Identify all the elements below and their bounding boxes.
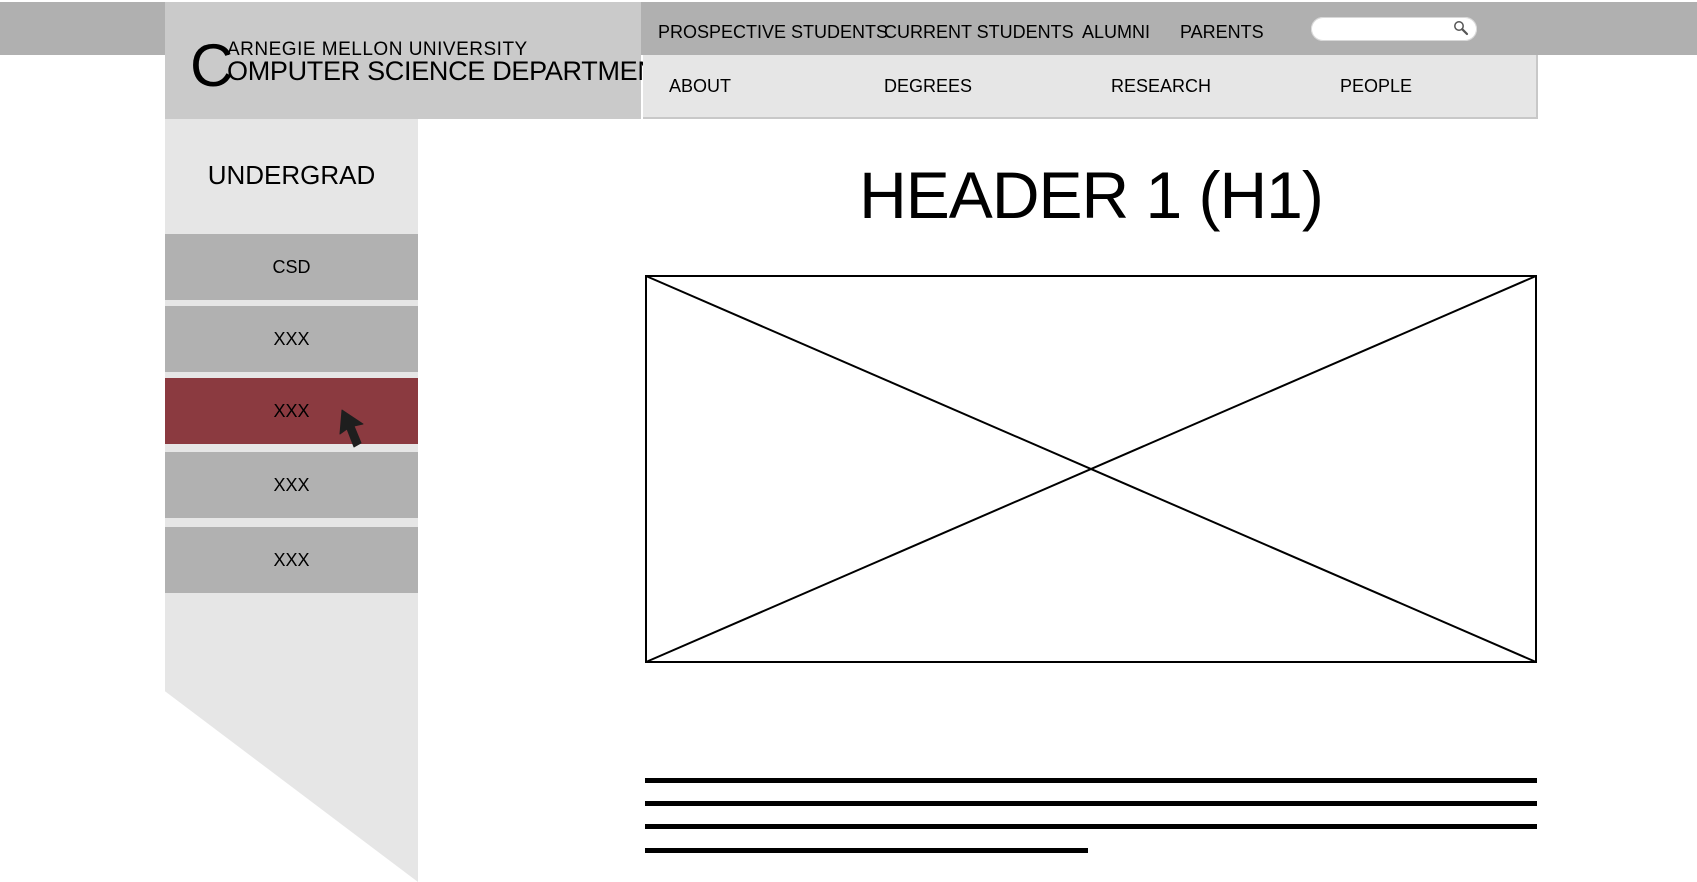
sidebar-title: UNDERGRAD: [207, 160, 376, 190]
sidebar-item-5[interactable]: XXX: [165, 527, 418, 593]
main-nav-about[interactable]: ABOUT: [669, 76, 731, 97]
sidebar-item-2[interactable]: XXX: [165, 306, 418, 372]
body-text-line-1: [645, 778, 1537, 783]
image-placeholder-icon: [645, 275, 1537, 663]
sidebar-item-csd[interactable]: CSD: [165, 234, 418, 300]
sidebar-item-4[interactable]: XXX: [165, 452, 418, 518]
main-nav-people[interactable]: PEOPLE: [1340, 76, 1412, 97]
sidebar-item-label: XXX: [273, 400, 310, 421]
mouse-pointer-icon: [339, 409, 364, 448]
utility-link-alumni[interactable]: ALUMNI: [1082, 22, 1150, 43]
body-text-line-3: [645, 824, 1537, 829]
sidebar-item-3-active[interactable]: XXX: [165, 378, 418, 444]
utility-link-current-students[interactable]: CURRENT STUDENTS: [884, 22, 1074, 43]
body-text-line-2: [645, 801, 1537, 806]
sidebar-item-label: XXX: [273, 549, 310, 570]
sidebar-item-label: XXX: [273, 328, 310, 349]
sidebar-item-label: XXX: [273, 474, 310, 495]
sidebar-item-label: CSD: [272, 256, 311, 277]
body-text-line-4: [645, 848, 1088, 853]
search-icon[interactable]: [1453, 20, 1469, 36]
utility-link-parents[interactable]: PARENTS: [1180, 22, 1264, 43]
page-heading: HEADER 1 (H1): [859, 158, 1324, 232]
utility-link-prospective-students[interactable]: PROSPECTIVE STUDENTS: [658, 22, 888, 43]
main-nav-degrees[interactable]: DEGREES: [884, 76, 972, 97]
main-nav-research[interactable]: RESEARCH: [1111, 76, 1211, 97]
logo-department-name: OMPUTER SCIENCE DEPARTMENT: [227, 56, 673, 86]
search-input[interactable]: [1311, 17, 1477, 41]
